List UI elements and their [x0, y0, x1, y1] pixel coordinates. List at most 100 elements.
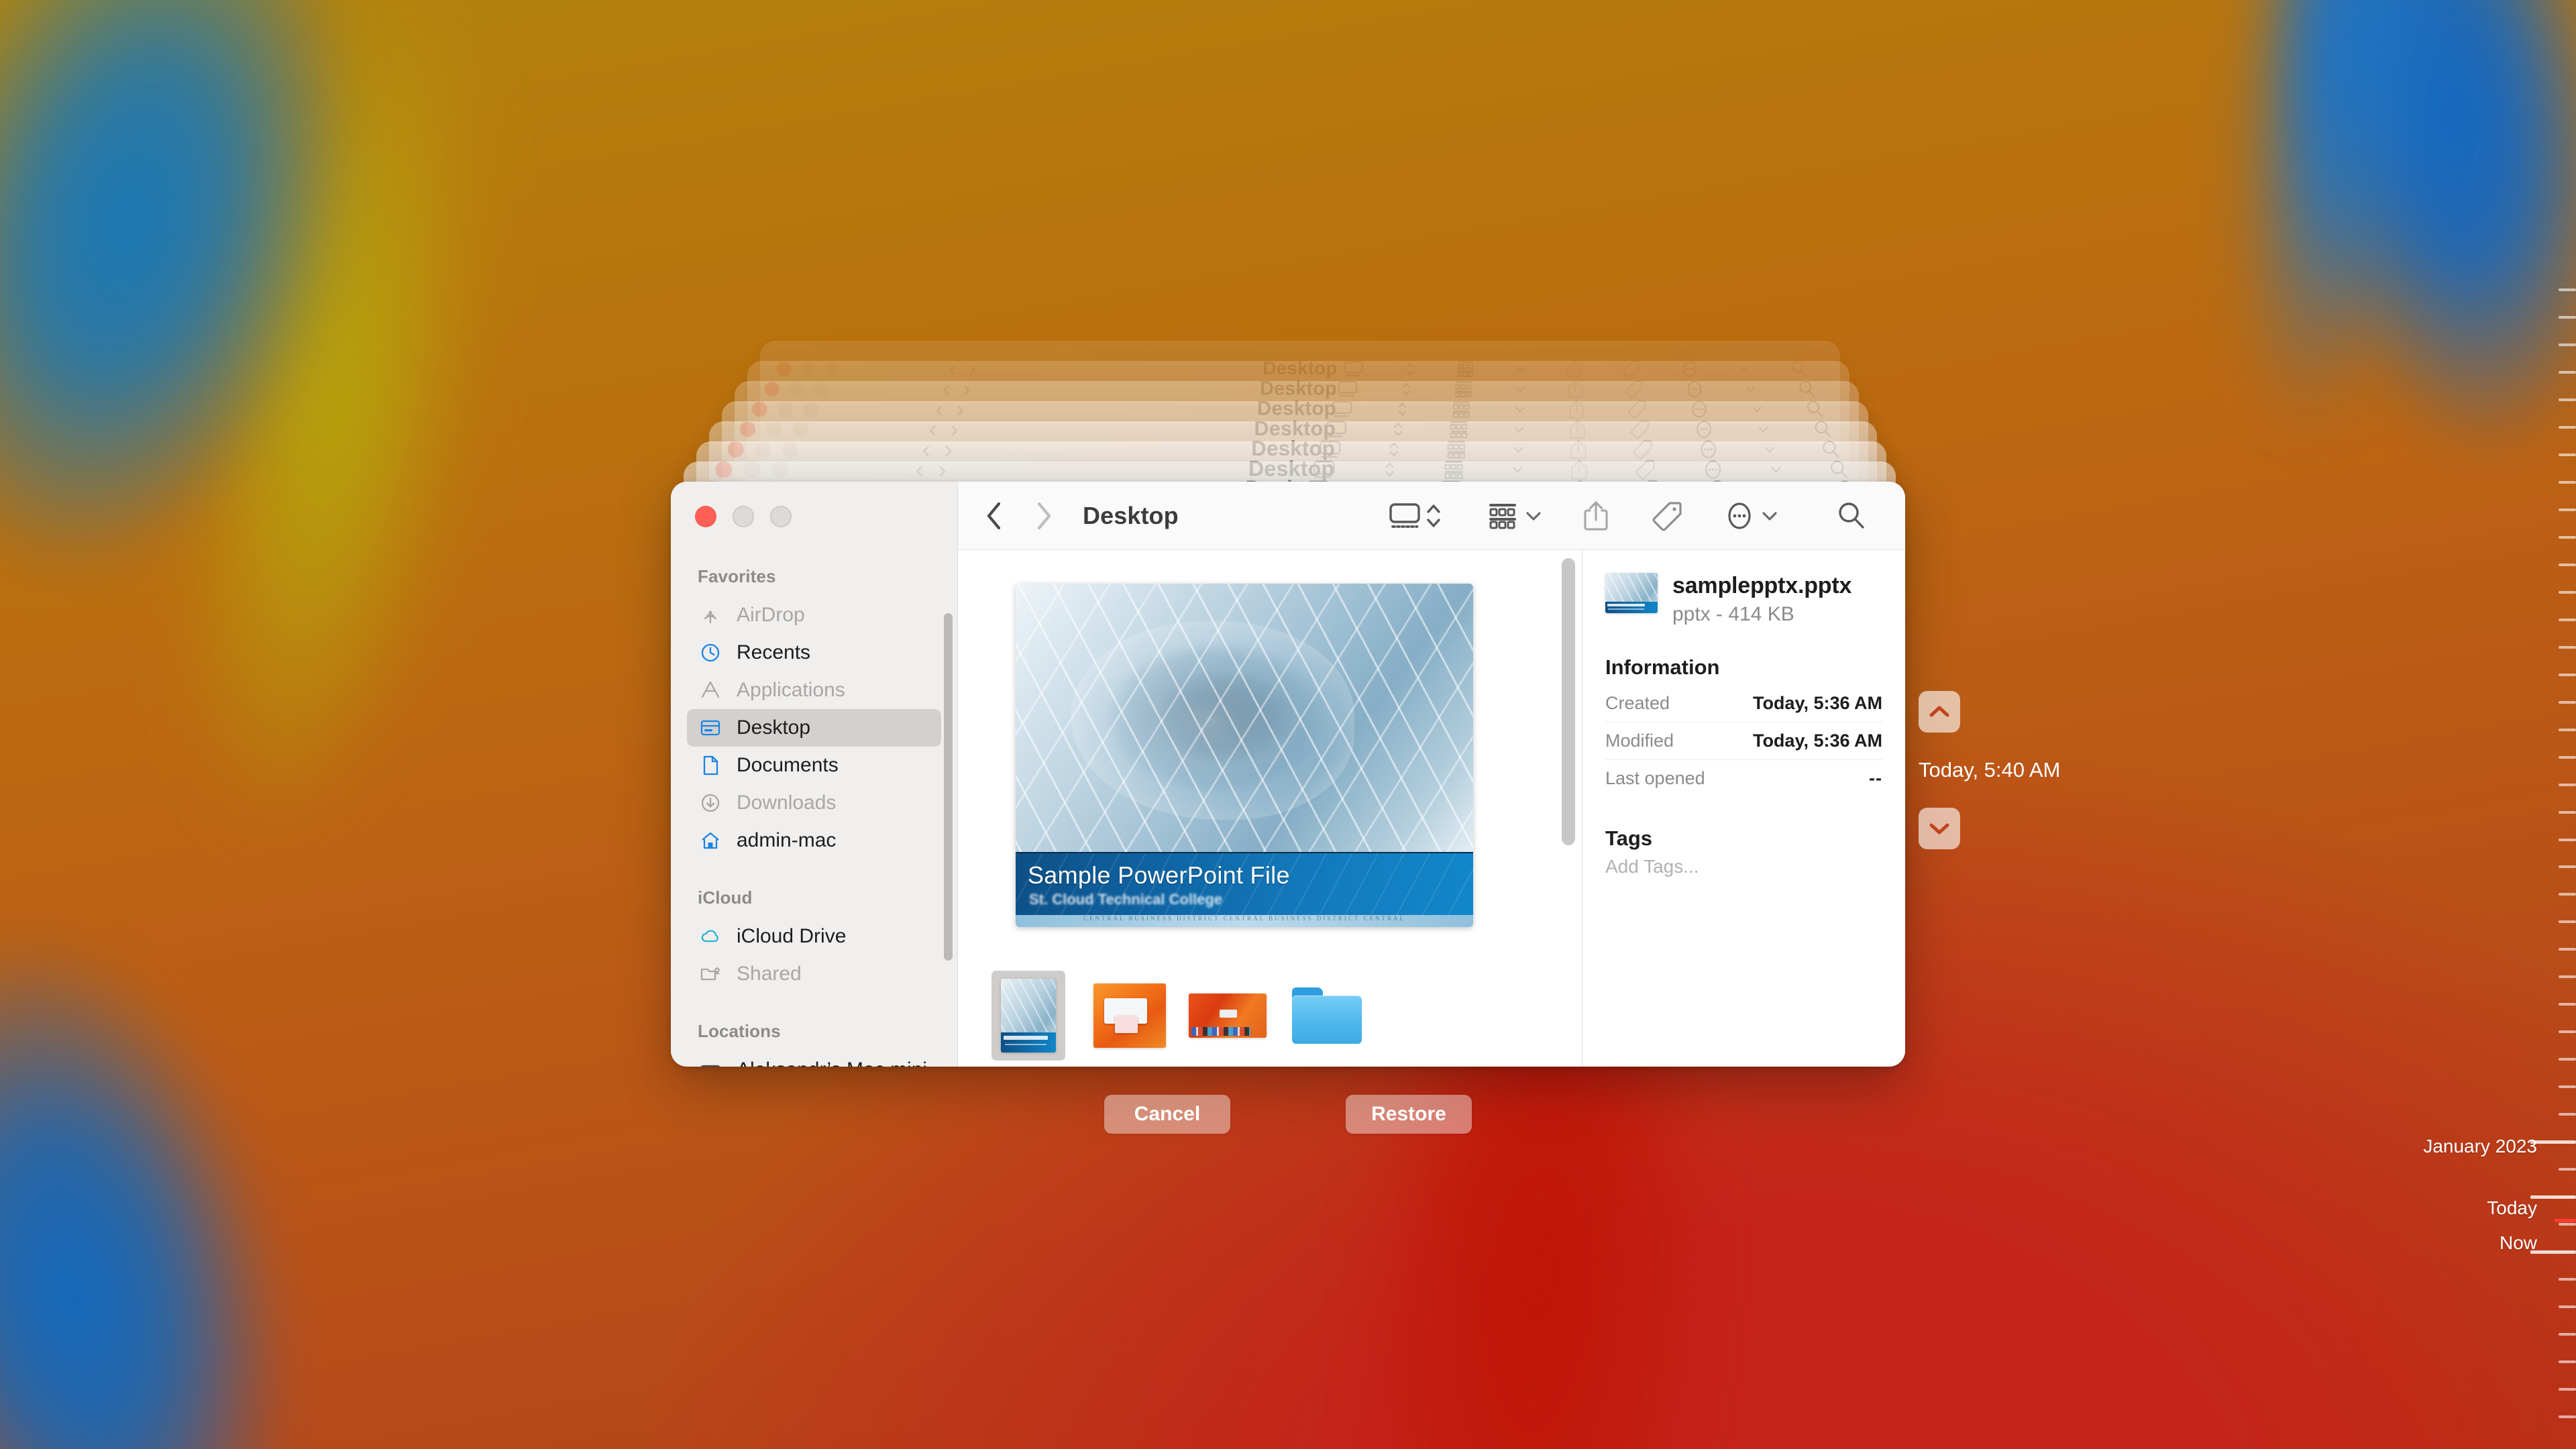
timeline-tick[interactable] [2559, 893, 2576, 896]
slide-title: Sample PowerPoint File [1028, 861, 1290, 889]
sidebar-item-downloads[interactable]: Downloads [687, 784, 941, 822]
timeline-tick[interactable] [2559, 315, 2576, 319]
timeline-now-tick[interactable] [2555, 1219, 2576, 1222]
timeline-tick[interactable] [2559, 1223, 2576, 1226]
info-row-key: Created [1605, 693, 1670, 714]
sidebar-group-favorites: Favorites [698, 566, 776, 586]
cancel-button[interactable]: Cancel [1104, 1095, 1230, 1134]
tags-heading: Tags [1605, 826, 1653, 851]
more-actions-button[interactable] [1724, 482, 1755, 549]
timeline-tick[interactable] [2559, 288, 2576, 291]
tag-icon[interactable] [1652, 482, 1684, 549]
timeline-label-now[interactable]: Now [2500, 1232, 2537, 1254]
sidebar-scrollbar[interactable] [944, 613, 953, 961]
timeline-tick[interactable] [2559, 398, 2576, 401]
timeline-tick[interactable] [2559, 535, 2576, 539]
timeline-tick[interactable] [2559, 1415, 2576, 1418]
mac-mini-icon [698, 1057, 723, 1067]
timeline-tick[interactable] [2559, 755, 2576, 759]
info-header: samplepptx.pptx pptx - 414 KB [1605, 573, 1882, 626]
samplepptx-thumbnail[interactable] [991, 971, 1065, 1061]
timeline-tick[interactable] [2559, 425, 2576, 429]
timeline-tick[interactable] [2559, 838, 2576, 841]
timeline-tick[interactable] [2559, 480, 2576, 484]
timeline-tick[interactable] [2559, 865, 2576, 869]
sidebar-item-label: Shared [737, 963, 802, 985]
folder-thumbnail[interactable] [1292, 987, 1362, 1044]
sidebar-item-label: Desktop [737, 716, 811, 739]
timeline-tick[interactable] [2559, 1333, 2576, 1336]
more-actions-chevron-down-icon[interactable] [1760, 482, 1779, 549]
group-by-button[interactable] [1487, 482, 1519, 549]
sidebar-item-label: AirDrop [737, 604, 805, 626]
timeline-label-today[interactable]: Today [2487, 1197, 2537, 1219]
timeline-tick[interactable] [2559, 1113, 2576, 1116]
sidebar-item-admin-mac[interactable]: admin-mac [687, 822, 941, 859]
search-icon[interactable] [1835, 482, 1868, 549]
maximize-button[interactable] [770, 506, 792, 527]
timeline-tick[interactable] [2559, 343, 2576, 346]
timeline-tick[interactable] [2559, 783, 2576, 786]
close-button[interactable] [695, 506, 716, 527]
timeline-tick[interactable] [2559, 975, 2576, 979]
timeline-tick[interactable] [2559, 920, 2576, 924]
info-row-value: Today, 5:36 AM [1752, 731, 1882, 751]
timeline-tick[interactable] [2559, 508, 2576, 511]
share-button[interactable] [1582, 482, 1610, 549]
timeline-tick[interactable] [2559, 370, 2576, 374]
sidebar-item-recents[interactable]: Recents [687, 634, 941, 672]
document-preview[interactable]: Sample PowerPoint File St. Cloud Technic… [1016, 584, 1473, 927]
timeline-tick[interactable] [2559, 645, 2576, 649]
timeline-tick[interactable] [2559, 700, 2576, 704]
home-icon [698, 828, 723, 853]
timeline-tick[interactable] [2559, 1168, 2576, 1171]
sidebar-item-aleksandr-s-mac-mini[interactable]: Aleksandr’s Mac mini [687, 1051, 941, 1067]
timeline-tick[interactable] [2559, 810, 2576, 814]
timeline-tick[interactable] [2559, 1030, 2576, 1034]
view-stepper[interactable] [1425, 482, 1442, 549]
timeline-tick[interactable] [2559, 728, 2576, 731]
timeline-tick[interactable] [2559, 563, 2576, 566]
screenshot-1-thumbnail[interactable] [1077, 983, 1189, 1048]
sidebar-item-shared[interactable]: Shared [687, 955, 941, 993]
page-title: Desktop [1083, 501, 1179, 529]
time-machine-timeline[interactable]: January 2023 Today Now [2294, 0, 2576, 1449]
window-traffic-lights [671, 482, 957, 527]
timeline-tick[interactable] [2559, 1058, 2576, 1061]
timeline-tick[interactable] [2559, 590, 2576, 594]
timeline-tick[interactable] [2559, 1003, 2576, 1006]
timeline-tick-major[interactable] [2530, 1250, 2576, 1254]
sidebar-item-desktop[interactable]: Desktop [687, 709, 941, 747]
minimize-button[interactable] [733, 506, 754, 527]
sidebar-item-documents[interactable]: Documents [687, 747, 941, 784]
timeline-tick[interactable] [2559, 948, 2576, 951]
sidebar-item-applications[interactable]: Applications [687, 672, 941, 709]
sidebar-item-label: Applications [737, 679, 845, 701]
shared-folder-icon [698, 961, 723, 987]
timeline-label-january-2023[interactable]: January 2023 [2423, 1136, 2537, 1157]
back-button[interactable] [975, 497, 1013, 535]
timeline-tick[interactable] [2559, 1278, 2576, 1281]
group-by-chevron-down-icon[interactable] [1524, 482, 1543, 549]
add-tags-field[interactable]: Add Tags... [1605, 856, 1882, 877]
forward-button[interactable] [1025, 497, 1063, 535]
sidebar-item-airdrop[interactable]: AirDrop [687, 596, 941, 634]
screenshot-2-thumbnail[interactable] [1189, 994, 1292, 1038]
restore-button[interactable]: Restore [1346, 1095, 1472, 1134]
timeline-tick[interactable] [2559, 673, 2576, 676]
timeline-tick[interactable] [2559, 618, 2576, 621]
preview-scrollbar[interactable] [1562, 558, 1575, 845]
timeline-tick[interactable] [2559, 453, 2576, 456]
timeline-tick[interactable] [2559, 1360, 2576, 1364]
sidebar-item-label: Downloads [737, 792, 837, 814]
timeline-tick[interactable] [2559, 1305, 2576, 1309]
clock-icon [698, 640, 723, 665]
view-as-gallery-button[interactable] [1387, 482, 1422, 549]
document-icon [698, 753, 723, 778]
info-panel: samplepptx.pptx pptx - 414 KB Informatio… [1582, 550, 1905, 1067]
sidebar-item-icloud-drive[interactable]: iCloud Drive [687, 918, 941, 955]
previous-backup-button[interactable] [1919, 691, 1960, 733]
timeline-tick[interactable] [2559, 1085, 2576, 1089]
timeline-tick[interactable] [2559, 1388, 2576, 1391]
next-backup-button[interactable] [1919, 808, 1960, 849]
